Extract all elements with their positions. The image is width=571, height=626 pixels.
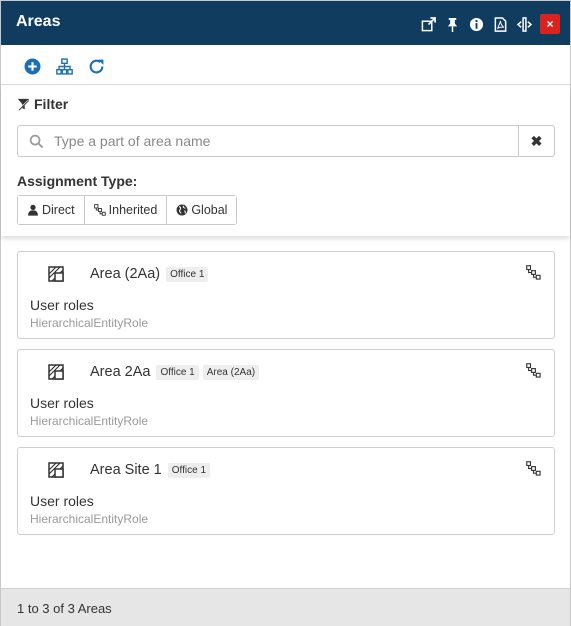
expand-width-icon[interactable] bbox=[516, 16, 532, 32]
area-tag: Office 1 bbox=[156, 364, 199, 380]
area-tag: Office 1 bbox=[167, 462, 211, 478]
role-type: HierarchicalEntityRole bbox=[30, 414, 149, 428]
refresh-icon[interactable] bbox=[87, 57, 105, 75]
header-actions: × bbox=[412, 13, 560, 35]
user-icon bbox=[28, 204, 38, 216]
assignment-direct-label: Direct bbox=[42, 203, 75, 217]
area-name-row: Area (2Aa) Office 1 bbox=[90, 266, 212, 282]
filter-label: Filter bbox=[34, 96, 69, 112]
area-name: Area Site 1 bbox=[90, 462, 162, 478]
area-icon bbox=[48, 266, 64, 282]
add-icon[interactable] bbox=[23, 57, 41, 75]
filter-heading: Filter bbox=[17, 96, 68, 112]
toolbar bbox=[1, 45, 570, 85]
panel-header: Areas × bbox=[1, 1, 570, 45]
hierarchy-icon[interactable] bbox=[526, 363, 542, 379]
close-button[interactable]: × bbox=[540, 14, 560, 34]
search-input[interactable] bbox=[54, 131, 504, 151]
assignment-global-label: Global bbox=[191, 203, 228, 217]
info-icon[interactable] bbox=[468, 16, 484, 32]
panel-footer: 1 to 3 of 3 Areas bbox=[1, 588, 570, 626]
role-type: HierarchicalEntityRole bbox=[30, 512, 149, 526]
filter-icon bbox=[17, 98, 30, 111]
role-label: User roles bbox=[30, 395, 94, 411]
area-tag: Area (2Aa) bbox=[202, 364, 260, 380]
filter-section: Filter ✖ Assignment Type: Direct Inherit… bbox=[1, 86, 570, 236]
clear-search-button[interactable]: ✖ bbox=[518, 125, 555, 157]
search-icon bbox=[29, 134, 44, 149]
globe-icon bbox=[176, 204, 188, 216]
area-name-row: Area 2Aa Office 1 Area (2Aa) bbox=[90, 364, 263, 380]
hierarchy-icon[interactable] bbox=[526, 265, 542, 281]
area-icon bbox=[48, 462, 64, 478]
role-label: User roles bbox=[30, 297, 94, 313]
pin-icon[interactable] bbox=[444, 16, 460, 32]
role-label: User roles bbox=[30, 493, 94, 509]
area-icon bbox=[48, 364, 64, 380]
results-summary: 1 to 3 of 3 Areas bbox=[17, 601, 112, 616]
area-tag: Office 1 bbox=[166, 266, 209, 282]
area-card[interactable]: Area (2Aa) Office 1 User roles Hierarchi… bbox=[17, 251, 555, 339]
inherited-icon bbox=[93, 204, 106, 216]
external-link-icon[interactable] bbox=[420, 16, 436, 32]
area-name: Area 2Aa bbox=[90, 364, 151, 380]
assignment-inherited-button[interactable]: Inherited bbox=[83, 196, 167, 224]
assignment-direct-button[interactable]: Direct bbox=[18, 196, 84, 224]
search-box bbox=[17, 125, 519, 157]
assignment-type-label: Assignment Type: bbox=[17, 173, 138, 189]
area-card[interactable]: Area Site 1 Office 1 User roles Hierarch… bbox=[17, 447, 555, 535]
hierarchy-icon[interactable] bbox=[526, 461, 542, 477]
pdf-icon[interactable] bbox=[492, 16, 508, 32]
role-type: HierarchicalEntityRole bbox=[30, 316, 149, 330]
area-name: Area (2Aa) bbox=[90, 266, 161, 282]
hierarchy-icon[interactable] bbox=[55, 57, 73, 75]
panel-title: Areas bbox=[16, 13, 61, 30]
assignment-type-group: Direct Inherited Global bbox=[17, 195, 238, 225]
area-name-row: Area Site 1 Office 1 bbox=[90, 462, 214, 478]
assignment-global-button[interactable]: Global bbox=[166, 196, 237, 224]
areas-panel: Areas × Filter Type a part of area name … bbox=[0, 0, 571, 626]
assignment-inherited-label: Inherited bbox=[108, 203, 158, 217]
area-card[interactable]: Area 2Aa Office 1 Area (2Aa) User roles … bbox=[17, 349, 555, 437]
